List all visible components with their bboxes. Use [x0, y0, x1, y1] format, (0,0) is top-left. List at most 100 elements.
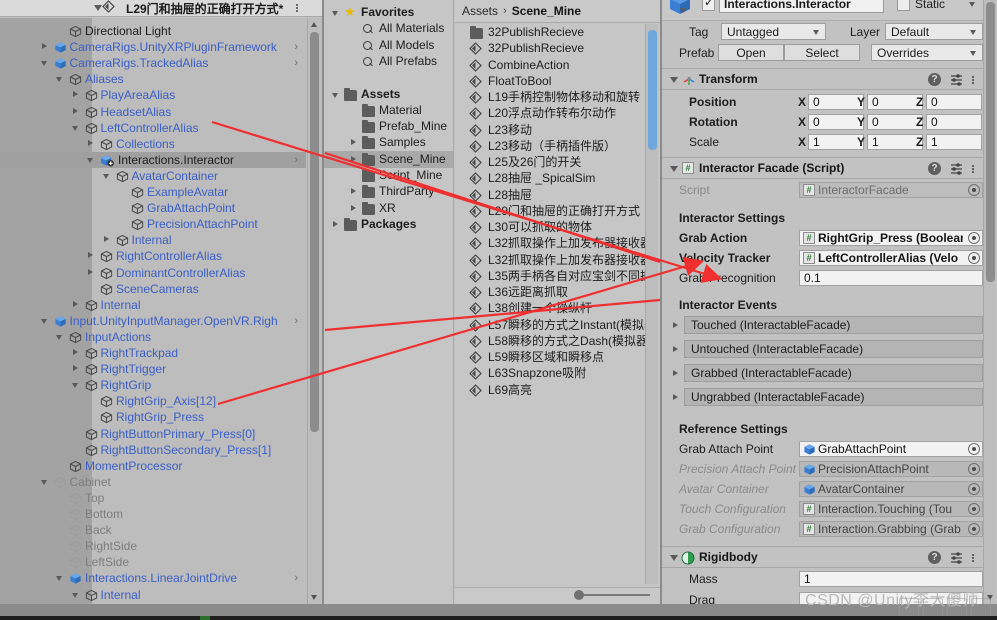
help-icon[interactable]: ?	[928, 551, 941, 564]
hierarchy-item[interactable]: Interactions.LinearJointDrive ›	[0, 570, 306, 586]
object-picker-icon[interactable]	[968, 523, 980, 535]
prefab-dropdown-icon[interactable]	[680, 8, 686, 13]
collapse-icon[interactable]	[88, 139, 93, 146]
preset-icon[interactable]	[950, 73, 963, 86]
hierarchy-item[interactable]: MomentProcessor	[0, 458, 306, 474]
hierarchy-item[interactable]: Interactions.Interactor ›	[0, 151, 306, 168]
preset-icon[interactable]	[950, 162, 963, 175]
object-picker-icon[interactable]	[968, 503, 980, 515]
expand-icon[interactable]	[71, 592, 78, 598]
event-expand-icon[interactable]	[673, 370, 678, 376]
project-asset-item[interactable]: L36远距离抓取	[455, 284, 645, 301]
reference-field[interactable]: AvatarContainer	[799, 481, 983, 497]
project-tree-item[interactable]: XR	[324, 200, 453, 217]
chevron-right-icon[interactable]: ›	[294, 315, 298, 327]
project-asset-item[interactable]: L57瞬移的方式之Instant(模拟器	[455, 317, 646, 334]
hierarchy-item[interactable]: RightTrigger	[0, 361, 306, 377]
event-expand-icon[interactable]	[673, 346, 678, 352]
object-picker-icon[interactable]	[968, 252, 980, 264]
collapse-icon[interactable]	[88, 268, 93, 275]
hierarchy-item[interactable]: RightGrip_Press	[0, 409, 306, 425]
project-asset-item[interactable]: L23移动	[455, 122, 645, 139]
project-tree-item[interactable]: All Prefabs	[324, 53, 453, 70]
hierarchy-scroll-thumb[interactable]	[310, 32, 319, 432]
transform-y-field[interactable]: 0	[867, 114, 923, 130]
project-tree-item[interactable]: All Models	[324, 37, 453, 54]
project-asset-item[interactable]: L29门和抽屉的正确打开方式	[455, 203, 645, 220]
transform-x-field[interactable]: 1	[808, 134, 864, 150]
project-asset-item[interactable]: L28抽屉	[455, 187, 645, 204]
project-asset-item[interactable]: FloatToBool	[455, 73, 645, 90]
project-asset-item[interactable]: CombineAction	[455, 57, 645, 74]
gameobject-enabled-checkbox[interactable]	[702, 0, 715, 11]
hierarchy-item[interactable]: Back	[0, 522, 306, 538]
rigidbody-header[interactable]: Rigidbody ?	[662, 546, 984, 568]
expand-icon[interactable]	[56, 576, 62, 582]
tool-icon-4[interactable]	[971, 598, 991, 618]
hierarchy-item[interactable]: Internal	[0, 297, 306, 313]
project-tree-item[interactable]: ThirdParty	[324, 183, 453, 200]
expand-icon[interactable]	[332, 92, 338, 98]
expand-icon[interactable]	[71, 383, 78, 389]
expand-icon[interactable]	[56, 77, 62, 83]
project-scroll-thumb[interactable]	[648, 30, 657, 150]
grab-precognition-field[interactable]: 0.1	[799, 270, 983, 286]
project-asset-item[interactable]: L19手柄控制物体移动和旋转	[455, 89, 645, 106]
project-tree-item[interactable]: Material	[324, 102, 453, 119]
gameobject-name-field[interactable]: Interactions.Interactor	[719, 0, 884, 13]
hierarchy-item[interactable]: GrabAttachPoint	[0, 200, 306, 216]
rigidbody-expand-icon[interactable]	[670, 555, 678, 561]
hierarchy-item[interactable]: RightControllerAlias	[0, 248, 306, 264]
project-tree-item[interactable]: Samples	[324, 134, 453, 151]
project-asset-item[interactable]: L59瞬移区域和瞬移点	[455, 349, 645, 366]
project-tree-item[interactable]: Scene_Mine	[324, 150, 453, 168]
interactor-event-row[interactable]: Untouched (InteractableFacade)	[662, 339, 984, 363]
hierarchy-item[interactable]: AvatarContainer	[0, 168, 306, 184]
event-expand-icon[interactable]	[673, 322, 678, 328]
reference-field[interactable]: # Interaction.Grabbing (Grab	[799, 521, 983, 537]
event-bar[interactable]: Grabbed (InteractableFacade)	[684, 364, 983, 382]
hierarchy-scrollbar[interactable]	[307, 18, 320, 604]
project-asset-item[interactable]: 32PublishRecieve	[455, 24, 645, 41]
project-asset-item[interactable]: L58瞬移的方式之Dash(模拟器	[455, 333, 646, 350]
chevron-right-icon[interactable]: ›	[294, 41, 298, 53]
hierarchy-item[interactable]: Top	[0, 490, 306, 506]
hierarchy-item[interactable]: RightTrackpad	[0, 345, 306, 361]
interactor-event-row[interactable]: Grabbed (InteractableFacade)	[662, 363, 984, 387]
project-asset-item[interactable]: L35两手柄各自对应宝剑不同抓	[455, 268, 646, 285]
hierarchy-item[interactable]: HeadsetAlias	[0, 104, 306, 120]
object-picker-icon[interactable]	[968, 463, 980, 475]
expand-icon[interactable]	[71, 125, 78, 131]
preset-icon[interactable]	[950, 551, 963, 564]
project-asset-item[interactable]: L38创建一个操纵杆	[455, 300, 645, 317]
hierarchy-item[interactable]: Input.UnityInputManager.OpenVR.Righ ›	[0, 313, 306, 329]
transform-component-header[interactable]: Transform ?	[662, 68, 984, 90]
hierarchy-item[interactable]: CameraRigs.TrackedAlias ›	[0, 55, 306, 71]
transform-x-field[interactable]: 0	[808, 114, 864, 130]
project-asset-item[interactable]: L30可以抓取的物体	[455, 219, 645, 236]
project-tree-item[interactable]: Prefab_Mine	[324, 118, 453, 135]
expand-icon[interactable]	[56, 334, 62, 340]
layer-dropdown[interactable]: Default	[885, 23, 983, 40]
object-picker-icon[interactable]	[968, 483, 980, 495]
hierarchy-more-options-icon[interactable]	[296, 2, 300, 16]
project-asset-item[interactable]: L32抓取操作上加发布器接收器	[455, 252, 646, 269]
breadcrumb-root[interactable]: Assets	[462, 4, 498, 18]
hierarchy-item[interactable]: Internal	[0, 587, 306, 603]
project-asset-item[interactable]: L69高亮	[455, 382, 645, 399]
scroll-down-icon[interactable]	[311, 595, 317, 600]
project-tree-item[interactable]: Assets	[324, 86, 453, 103]
transform-x-field[interactable]: 0	[808, 94, 864, 110]
project-tree-item[interactable]: ★ Favorites	[324, 4, 453, 21]
hierarchy-item[interactable]: Aliases	[0, 71, 306, 87]
object-picker-icon[interactable]	[968, 232, 980, 244]
mass-field[interactable]: 1	[799, 571, 983, 587]
event-bar[interactable]: Ungrabbed (InteractableFacade)	[684, 388, 983, 406]
tag-dropdown[interactable]: Untagged	[721, 23, 826, 40]
expand-icon[interactable]	[40, 479, 47, 485]
scroll-up-icon[interactable]	[311, 22, 317, 27]
hierarchy-item[interactable]: ExampleAvatar	[0, 184, 306, 200]
expand-icon[interactable]	[40, 61, 47, 67]
collapse-icon[interactable]	[72, 91, 78, 98]
interactor-event-row[interactable]: Touched (InteractableFacade)	[662, 315, 984, 339]
